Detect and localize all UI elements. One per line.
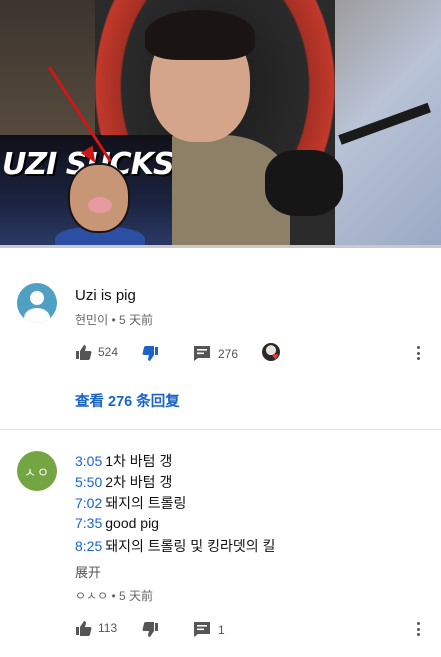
comment-bubble-icon — [194, 346, 210, 361]
like-button[interactable]: 113 — [75, 620, 117, 636]
timestamp-desc: 2차 바텀 갱 — [105, 474, 173, 490]
comment-meta: 현민이 • 5 天前 — [75, 311, 153, 328]
creator-heart-badge: ♥ — [262, 343, 284, 365]
reply-count: 276 — [218, 346, 239, 361]
reply-count: 1 — [218, 622, 225, 637]
comment-text: Uzi is pig — [75, 287, 136, 304]
timestamp-line: 5:50 2차 바텀 갱 — [75, 472, 172, 492]
comment-meta: ㅇㅅㅇ • 5 天前 — [75, 587, 153, 604]
comment-author[interactable]: ㅇㅅㅇ — [75, 589, 108, 603]
timestamp-link[interactable]: 7:02 — [75, 495, 102, 511]
dislike-button[interactable] — [142, 622, 159, 638]
comment-time: 5 天前 — [119, 589, 154, 603]
view-replies-link[interactable]: 查看 276 条回复 — [75, 390, 180, 411]
default-person-avatar-icon — [30, 291, 44, 305]
more-options-icon[interactable] — [417, 346, 421, 363]
thumbs-down-icon — [142, 622, 159, 638]
reply-button[interactable]: 276 — [194, 346, 238, 361]
timestamp-link[interactable]: 7:35 — [75, 515, 102, 531]
timestamp-desc: good pig — [105, 515, 159, 531]
timestamp-desc: 돼지의 트롤링 — [105, 495, 187, 511]
timestamp-link[interactable]: 5:50 — [75, 474, 102, 490]
comment-time: 5 天前 — [119, 313, 154, 327]
expand-link[interactable]: 展开 — [75, 562, 101, 581]
thumbs-up-icon — [75, 620, 92, 636]
meta-separator: • — [111, 313, 120, 327]
thumbs-down-icon — [142, 346, 159, 362]
more-options-icon[interactable] — [417, 622, 421, 639]
like-count: 524 — [98, 345, 119, 359]
timestamp-line: 7:02 돼지의 트롤링 — [75, 493, 186, 513]
comment-author[interactable]: 현민이 — [75, 313, 108, 327]
video-progress-bar[interactable] — [0, 245, 441, 248]
timestamp-desc: 1차 바텀 갱 — [105, 453, 173, 469]
like-count: 113 — [98, 621, 118, 635]
timestamp-line: 7:35 good pig — [75, 515, 159, 531]
video-person-hair — [145, 10, 255, 60]
timestamp-link[interactable]: 3:05 — [75, 453, 102, 469]
video-mic-arm — [338, 102, 431, 145]
avatar-body-shape — [24, 308, 50, 323]
dislike-button[interactable] — [142, 346, 159, 362]
reply-button[interactable]: 1 — [194, 622, 225, 637]
timestamp-line: 3:05 1차 바텀 갱 — [75, 451, 172, 471]
timestamp-desc: 돼지의 트롤링 및 킹라뎃의 킬 — [105, 538, 276, 554]
like-button[interactable]: 524 — [75, 344, 118, 360]
comment-author-avatar[interactable]: ㅅㅇ — [17, 451, 57, 491]
heart-icon: ♥ — [272, 351, 279, 363]
video-microphone — [265, 150, 343, 216]
video-player[interactable]: UZI SUCKS — [0, 0, 441, 247]
thumbnail-pig-snout — [88, 197, 112, 213]
meta-separator: • — [111, 589, 120, 603]
comment-bubble-icon — [194, 622, 210, 637]
timestamp-link[interactable]: 8:25 — [75, 538, 102, 554]
thumbs-up-icon — [75, 344, 92, 360]
comment-divider — [0, 429, 441, 430]
timestamp-line: 8:25 돼지의 트롤링 및 킹라뎃의 킬 — [75, 536, 275, 556]
comment-author-avatar[interactable] — [17, 283, 57, 323]
